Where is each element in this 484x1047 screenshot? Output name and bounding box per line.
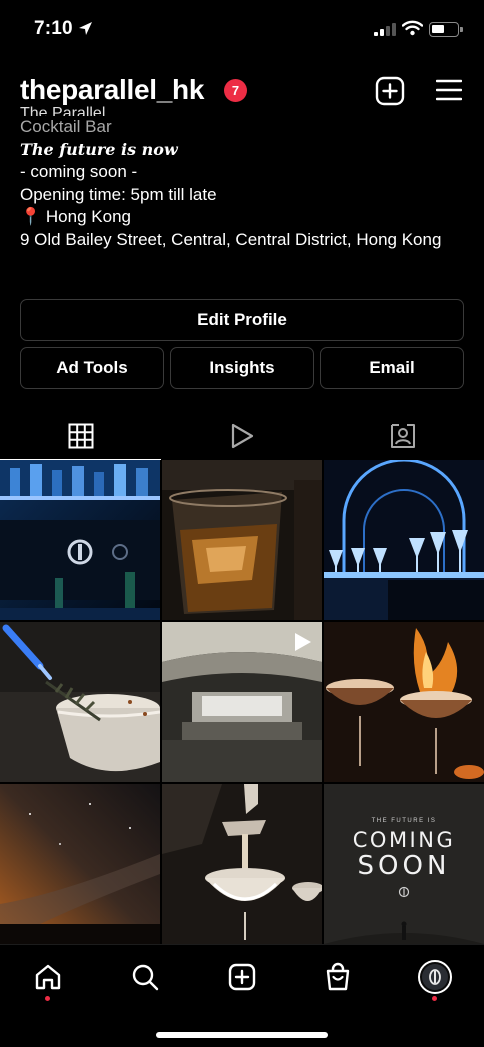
tab-posts-grid[interactable] <box>0 412 161 460</box>
tab-reels[interactable] <box>161 412 322 460</box>
cellular-signal-icon <box>374 22 396 36</box>
category-label[interactable]: Cocktail Bar <box>20 116 470 139</box>
post-thumbnail[interactable]: THE FUTURE IS COMING SOON <box>324 784 484 944</box>
post-thumbnail[interactable] <box>324 622 484 782</box>
post-image-flaming-cocktails <box>324 622 484 782</box>
home-indicator[interactable] <box>156 1032 328 1038</box>
bio-line-city: 📍 Hong Kong <box>20 206 470 229</box>
profile-bio: The Parallel Cocktail Bar The future is … <box>20 106 470 252</box>
display-name: The Parallel <box>20 106 106 116</box>
post-thumbnail[interactable] <box>162 622 322 782</box>
email-button[interactable]: Email <box>320 347 464 389</box>
video-icon <box>295 633 311 651</box>
bio-line-address[interactable]: 9 Old Bailey Street, Central, Central Di… <box>20 229 470 252</box>
grid-icon <box>68 423 93 448</box>
shop-icon <box>326 962 350 991</box>
coming-soon-line1: COMING <box>352 828 456 852</box>
post-image-whisky-glass <box>162 460 322 620</box>
username[interactable]: theparallel_hk <box>20 74 204 106</box>
insights-button[interactable]: Insights <box>170 347 314 389</box>
nav-create[interactable] <box>222 957 262 997</box>
post-thumbnail[interactable] <box>0 460 160 620</box>
post-image-glass-shelf <box>324 460 484 620</box>
bio-line-hours: Opening time: 5pm till late <box>20 184 217 204</box>
city-label: Hong Kong <box>45 207 131 226</box>
notification-badge[interactable]: 7 <box>224 79 247 102</box>
location-arrow-icon <box>79 22 92 35</box>
tab-tagged[interactable] <box>322 412 483 460</box>
wifi-icon <box>402 20 423 36</box>
bio-tagline: The future is now <box>20 139 178 159</box>
post-thumbnail[interactable] <box>324 460 484 620</box>
battery-icon <box>429 22 463 37</box>
status-time: 7:10 <box>34 18 73 39</box>
create-post-button[interactable] <box>375 76 405 106</box>
nav-profile[interactable] <box>415 957 455 997</box>
coming-soon-small-text: THE FUTURE IS <box>371 818 437 824</box>
post-image-pouring-cocktail <box>162 784 322 944</box>
nav-profile-activity-dot <box>432 996 437 1001</box>
nav-home[interactable] <box>28 957 68 997</box>
hamburger-menu-icon[interactable] <box>436 78 462 102</box>
post-thumbnail[interactable] <box>0 622 160 782</box>
profile-avatar <box>418 960 452 994</box>
post-thumbnail[interactable] <box>162 460 322 620</box>
nav-search[interactable] <box>125 957 165 997</box>
coming-soon-line2: SOON <box>357 851 451 881</box>
ad-tools-button[interactable]: Ad Tools <box>20 347 164 389</box>
status-bar: 7:10 <box>0 0 484 60</box>
bio-line-coming-soon: - coming soon - <box>20 162 138 181</box>
tagged-icon <box>390 424 415 448</box>
post-image-torch-cocktail <box>0 622 160 782</box>
post-image-milky-way-sunset <box>0 784 160 944</box>
profile-tabs <box>0 412 484 460</box>
create-icon <box>228 963 256 991</box>
reels-icon <box>231 423 253 449</box>
post-image-bar-shelf <box>0 460 160 620</box>
pin-icon: 📍 <box>20 207 42 226</box>
post-grid: THE FUTURE IS COMING SOON <box>0 460 484 944</box>
nav-home-activity-dot <box>45 996 50 1001</box>
nav-shop[interactable] <box>318 957 358 997</box>
home-icon <box>35 964 61 990</box>
search-icon <box>132 964 159 991</box>
post-thumbnail[interactable] <box>0 784 160 944</box>
post-thumbnail[interactable] <box>162 784 322 944</box>
brand-logo-icon <box>398 886 410 898</box>
edit-profile-button[interactable]: Edit Profile <box>20 299 464 341</box>
figure-silhouette <box>324 921 484 944</box>
bottom-navigation <box>0 944 484 1047</box>
